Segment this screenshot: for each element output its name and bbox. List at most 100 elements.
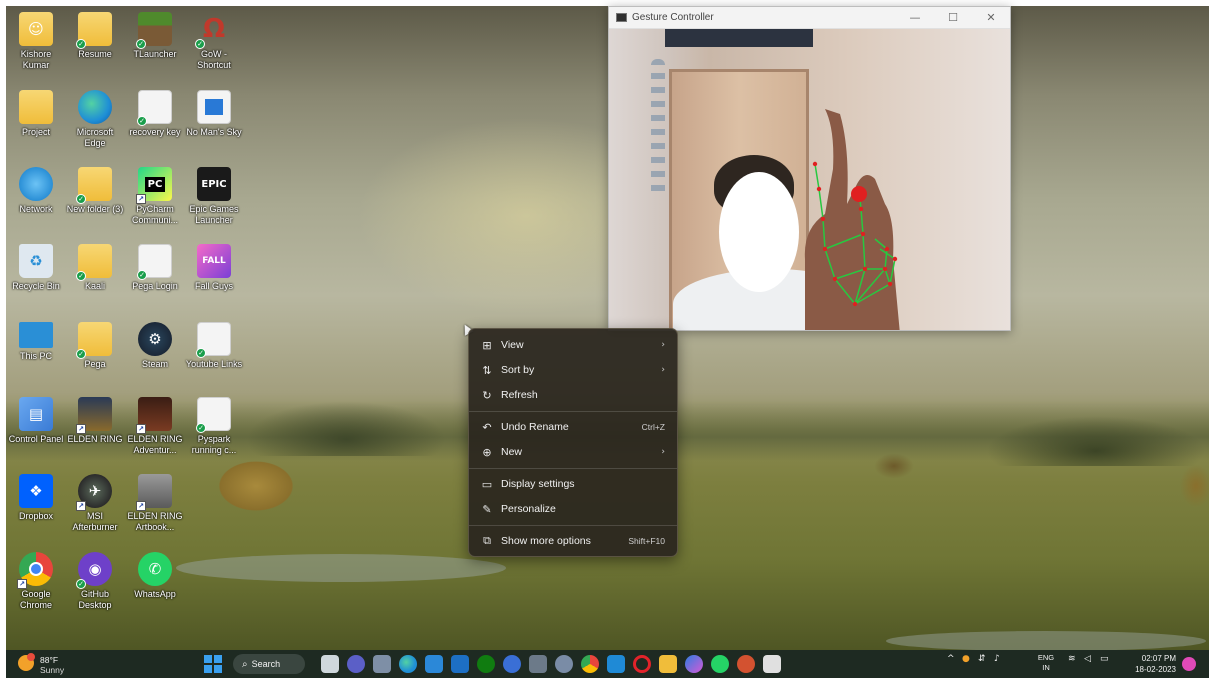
menu-item-sort-by[interactable]: ⇅ Sort by › xyxy=(473,359,675,381)
desktop-icon-kaali[interactable]: ✓ Kaali xyxy=(65,240,125,316)
desktop-icon-kishore-kumar[interactable]: ☺ Kishore Kumar xyxy=(6,8,66,84)
battery-icon[interactable]: ▭ xyxy=(1100,654,1109,664)
desktop-icon-label: Control Panel xyxy=(8,434,64,444)
desktop-icon-dropbox[interactable]: ❖ Dropbox xyxy=(6,470,66,546)
edge-icon[interactable] xyxy=(399,655,417,673)
tray-usb-icon[interactable]: ⇵ xyxy=(978,654,986,664)
desktop-icon-this-pc[interactable]: This PC xyxy=(6,318,66,394)
menu-item-new[interactable]: ⊕ New › xyxy=(473,441,675,463)
maximize-button[interactable]: ☐ xyxy=(934,7,972,29)
user-folder-icon: ☺ xyxy=(19,12,53,46)
taskbar-clock[interactable]: 02:07 PM 18-02-2023 xyxy=(1124,653,1176,675)
desktop-icon-pega-login[interactable]: ✓ Pega Login xyxy=(125,240,185,316)
desktop-icon-elden-ring-artbook[interactable]: ↗ ELDEN RING Artbook... xyxy=(125,470,185,546)
whatsapp-icon: ✆ xyxy=(138,552,172,586)
microphone-icon[interactable]: ♪ xyxy=(994,654,1000,664)
desktop-icon-label: This PC xyxy=(19,351,52,361)
xbox-icon[interactable] xyxy=(477,655,495,673)
desktop-icon-control-panel[interactable]: ▤ Control Panel xyxy=(6,393,66,469)
window-app-icon[interactable] xyxy=(763,655,781,673)
desktop-icon-recovery-key[interactable]: ✓ recovery key xyxy=(125,86,185,162)
monitor-icon xyxy=(19,322,53,348)
menu-item-refresh[interactable]: ↻ Refresh xyxy=(473,384,675,406)
file-explorer-icon[interactable] xyxy=(659,655,677,673)
desktop-icon-label: Resume xyxy=(78,49,112,59)
notification-icon[interactable] xyxy=(1182,657,1196,671)
desktop-icon-youtube-links[interactable]: ✓ Youtube Links xyxy=(184,318,244,394)
taskbar-search[interactable]: ⌕ Search xyxy=(233,654,305,674)
powerpoint-icon[interactable] xyxy=(737,655,755,673)
desktop-icon-microsoft-edge[interactable]: Microsoft Edge xyxy=(65,86,125,162)
desktop-icon-resume[interactable]: ✓ Resume xyxy=(65,8,125,84)
whatsapp-icon[interactable] xyxy=(711,655,729,673)
mail-icon[interactable] xyxy=(451,655,469,673)
desktop-icon-label: Steam xyxy=(141,359,168,369)
vscode-icon[interactable] xyxy=(607,655,625,673)
menu-separator xyxy=(469,525,677,526)
menu-item-undo-rename[interactable]: ↶ Undo Rename Ctrl+Z xyxy=(473,416,675,438)
wallpaper-trees-right xyxy=(986,416,1206,466)
wifi-icon[interactable]: ≋ xyxy=(1068,654,1076,664)
minimize-button[interactable]: — xyxy=(896,7,934,29)
desktop-icon-fall-guys[interactable]: FALL Fall Guys xyxy=(184,240,244,316)
store-icon[interactable] xyxy=(425,655,443,673)
desktop-icon-pega[interactable]: ✓ Pega xyxy=(65,318,125,394)
desktop-icon-project[interactable]: Project xyxy=(6,86,66,162)
volume-icon[interactable]: ◁ xyxy=(1084,654,1091,664)
desktop-icon-pycharm[interactable]: PC ↗ PyCharm Communi... xyxy=(125,163,185,239)
desktop-icon-elden-ring-adventure[interactable]: ↗ ELDEN RING Adventur... xyxy=(125,393,185,469)
window-app-icon xyxy=(197,90,231,124)
close-button[interactable]: ✕ xyxy=(972,7,1010,29)
chat-icon[interactable] xyxy=(347,655,365,673)
menu-item-label: Sort by xyxy=(501,364,535,376)
gesture-controller-window[interactable]: Gesture Controller — ☐ ✕ xyxy=(608,6,1011,331)
menu-item-view[interactable]: ⊞ View › xyxy=(473,334,675,356)
desktop-icon-new-folder-3[interactable]: ✓ New folder (3) xyxy=(65,163,125,239)
desktop-icon-github-desktop[interactable]: ◉ ✓ GitHub Desktop xyxy=(65,548,125,624)
desktop-icon-google-chrome[interactable]: ↗ Google Chrome xyxy=(6,548,66,624)
epic-games-icon: EPIC xyxy=(197,167,231,201)
elden-ring-icon: ↗ xyxy=(76,397,112,434)
desktop-icon-tlauncher[interactable]: ✓ TLauncher xyxy=(125,8,185,84)
window-title: Gesture Controller xyxy=(632,12,714,23)
media-player-icon[interactable] xyxy=(503,655,521,673)
folder-icon: ✓ xyxy=(76,322,112,359)
desktop-icon-label: New folder (3) xyxy=(66,204,124,214)
settings-icon[interactable] xyxy=(555,655,573,673)
desktop-icon-whatsapp[interactable]: ✆ WhatsApp xyxy=(125,548,185,624)
desktop-icon-elden-ring[interactable]: ↗ ELDEN RING xyxy=(65,393,125,469)
fall-guys-icon: FALL xyxy=(197,244,231,278)
window-titlebar[interactable]: Gesture Controller — ☐ ✕ xyxy=(609,7,1010,29)
widgets-icon[interactable] xyxy=(373,655,391,673)
desktop-icon-label: Pyspark running c... xyxy=(191,434,237,455)
tray-app-icon[interactable]: ● xyxy=(962,654,970,664)
opera-icon[interactable] xyxy=(633,655,651,673)
chevron-right-icon: › xyxy=(661,365,665,375)
desktop-icon-recycle-bin[interactable]: ♻ Recycle Bin xyxy=(6,240,66,316)
tray-chevron-icon[interactable]: ^ xyxy=(947,654,955,664)
copilot-icon[interactable] xyxy=(685,655,703,673)
desktop-icon-gow-shortcut[interactable]: Ω ✓ GoW - Shortcut xyxy=(184,8,244,84)
start-button[interactable] xyxy=(204,655,222,673)
language-indicator[interactable]: ENG IN xyxy=(1033,653,1059,673)
desktop-icon-epic-games[interactable]: EPIC Epic Games Launcher xyxy=(184,163,244,239)
desktop-icon-steam[interactable]: ⚙ Steam xyxy=(125,318,185,394)
desktop-icon-pyspark[interactable]: ✓ Pyspark running c... xyxy=(184,393,244,469)
menu-item-personalize[interactable]: ✎ Personalize xyxy=(473,498,675,520)
weather-widget[interactable]: 88°F Sunny xyxy=(16,652,96,676)
edge-icon xyxy=(78,90,112,124)
calculator-icon[interactable] xyxy=(529,655,547,673)
task-view-icon[interactable] xyxy=(321,655,339,673)
menu-item-show-more-options[interactable]: ⧉ Show more options Shift+F10 xyxy=(473,530,675,552)
desktop-icon-no-mans-sky[interactable]: No Man's Sky xyxy=(184,86,244,162)
folder-icon: ✓ xyxy=(76,244,112,281)
desktop-icon-label: No Man's Sky xyxy=(186,127,242,137)
chrome-icon[interactable] xyxy=(581,655,599,673)
desktop-icon-label: Dropbox xyxy=(18,511,54,521)
menu-item-display-settings[interactable]: ▭ Display settings xyxy=(473,473,675,495)
desktop-icon-msi-afterburner[interactable]: ✈ ↗ MSI Afterburner xyxy=(65,470,125,546)
desktop-icon-label: MSI Afterburner xyxy=(72,511,118,532)
desktop-icon-network[interactable]: Network xyxy=(6,163,66,239)
display-icon: ▭ xyxy=(481,477,493,491)
desktop-icon-label: Youtube Links xyxy=(185,359,243,369)
